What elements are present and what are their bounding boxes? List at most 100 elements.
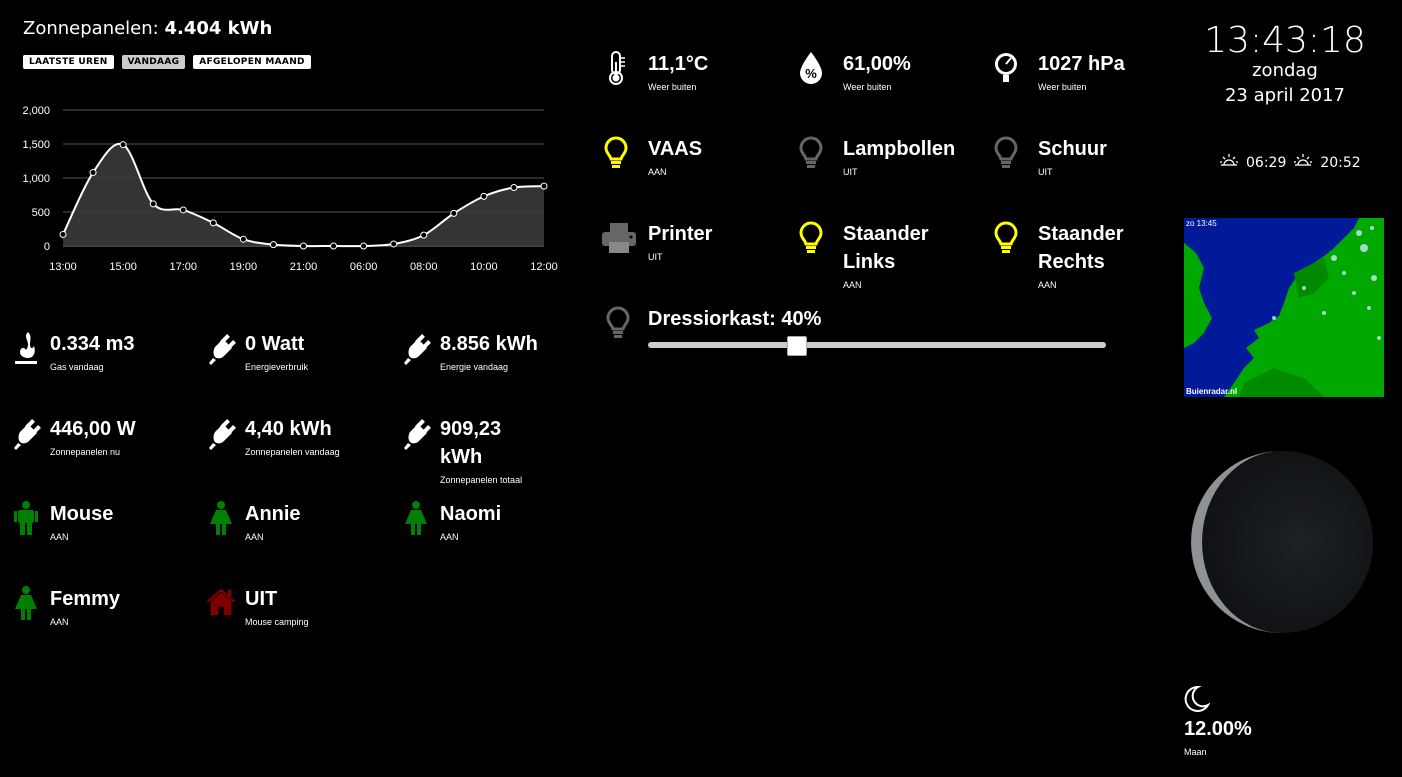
tile-label: Energieverbruik (245, 362, 309, 372)
x-tick-label: 08:00 (410, 261, 438, 273)
pressure-tile[interactable]: 1027 hPa Weer buiten (990, 50, 1180, 130)
plug-icon (10, 415, 42, 455)
tile-label: UIT (648, 252, 663, 262)
solar-now-tile[interactable]: 446,00 W Zonnepanelen nu (10, 415, 200, 495)
bulb-icon (990, 220, 1022, 260)
x-tick-label: 06:00 (350, 261, 378, 273)
data-point (540, 182, 548, 190)
data-point (119, 141, 127, 149)
woman-icon (10, 585, 42, 625)
sunrise-time: 06:29 (1246, 155, 1287, 171)
chart-range-buttons: LAATSTE UREN VANDAAG AFGELOPEN MAAND (23, 55, 311, 69)
moon-label: Maan (1184, 747, 1207, 757)
dimmer-slider-track[interactable] (648, 342, 1106, 348)
clock-day: zondag (1252, 60, 1318, 81)
last-month-button[interactable]: AFGELOPEN MAAND (193, 55, 311, 69)
tile-value: 446,00 W (50, 418, 136, 440)
home-icon (205, 585, 237, 625)
x-tick-label: 13:00 (49, 261, 77, 273)
tile-value: 11,1°C (648, 53, 709, 75)
data-point (179, 206, 187, 214)
switch-printer-tile[interactable]: Printer UIT (600, 220, 790, 300)
data-point (59, 230, 67, 238)
humidity-tile[interactable]: % 61,00% Weer buiten (795, 50, 985, 130)
energy-today-tile[interactable]: 8.856 kWh Energie vandaag (400, 330, 590, 410)
tile-label: Mouse camping (245, 617, 309, 627)
y-tick-label: 500 (32, 207, 50, 219)
tile-label: AAN (1038, 280, 1057, 290)
y-tick-label: 1,500 (22, 139, 50, 151)
mouse-camping-tile[interactable]: UIT Mouse camping (205, 585, 395, 665)
data-point (390, 240, 398, 248)
tile-value: Naomi (440, 503, 502, 525)
moon-icon (1184, 685, 1211, 718)
clock-time: 13:43:18 (1204, 20, 1366, 61)
data-point (239, 235, 247, 243)
tile-value: 8.856 kWh (440, 333, 538, 355)
temperature-tile[interactable]: 11,1°C Weer buiten (600, 50, 790, 130)
person-annie-tile[interactable]: Annie AAN (205, 500, 395, 580)
chart-title: Zonnepanelen: 4.404 kWh (23, 18, 272, 39)
person-mouse-tile[interactable]: Mouse AAN (10, 500, 200, 580)
printer-icon (600, 220, 638, 260)
solar-today-tile[interactable]: 4,40 kWh Zonnepanelen vandaag (205, 415, 395, 495)
bulb-icon (600, 305, 636, 345)
tile-value: 61,00% (843, 53, 911, 75)
tile-value: Printer (648, 223, 713, 245)
data-point (420, 231, 428, 239)
data-point (510, 184, 518, 192)
energy-usage-tile[interactable]: 0 Watt Energieverbruik (205, 330, 395, 410)
x-tick-label: 15:00 (109, 261, 137, 273)
bulb-icon (600, 135, 632, 175)
tile-value: 0.334 m3 (50, 333, 135, 355)
tile-value: UIT (245, 588, 278, 610)
dimmer-slider-handle[interactable] (787, 336, 807, 356)
chart-title-prefix: Zonnepanelen: (23, 18, 159, 39)
tile-value: Lampbollen (843, 138, 956, 160)
bulb-icon (795, 135, 827, 175)
data-point (330, 242, 338, 250)
x-tick-label: 21:00 (290, 261, 318, 273)
chart-title-value: 4.404 kWh (164, 18, 273, 39)
tile-label: AAN (50, 532, 69, 542)
bulb-icon (795, 220, 827, 260)
tile-value: Annie (245, 503, 301, 525)
person-femmy-tile[interactable]: Femmy AAN (10, 585, 200, 665)
switch-staander-links-tile[interactable]: Staander Links AAN (795, 220, 985, 300)
rain-radar-map[interactable]: zo 13:45 Buienradar.nl (1184, 218, 1384, 397)
solar-chart: 0 500 1,000 1,500 2,000 13:00 15:00 17:00 19:00 2… (22, 105, 558, 273)
switch-staander-rechts-tile[interactable]: Staander Rechts AAN (990, 220, 1180, 300)
humidity-icon: % (795, 50, 827, 90)
data-point (450, 209, 458, 217)
sun-times: 06:29 20:52 (1220, 153, 1361, 173)
plug-icon (400, 415, 432, 455)
last-hours-button[interactable]: LAATSTE UREN (23, 55, 114, 69)
tile-label: UIT (1038, 167, 1053, 177)
tile-label: AAN (843, 280, 862, 290)
person-naomi-tile[interactable]: Naomi AAN (400, 500, 590, 580)
woman-icon (205, 500, 237, 540)
data-point (300, 242, 307, 250)
clock-date: 23 april 2017 (1224, 85, 1345, 106)
flame-icon (10, 330, 42, 370)
sunset-icon (1294, 153, 1313, 173)
tile-label: AAN (648, 167, 667, 177)
tile-value: Staander Links (843, 223, 929, 273)
x-tick-label: 12:00 (530, 261, 558, 273)
data-point (480, 192, 488, 200)
barometer-icon (990, 50, 1022, 90)
gas-today-tile[interactable]: 0.334 m3 Gas vandaag (10, 330, 200, 410)
bulb-icon (990, 135, 1022, 175)
data-point (360, 242, 368, 250)
switch-vaas-tile[interactable]: VAAS AAN (600, 135, 790, 215)
today-button[interactable]: VANDAAG (121, 55, 186, 69)
tile-label: Gas vandaag (50, 362, 104, 372)
tile-value: 4,40 kWh (245, 418, 332, 440)
y-tick-label: 2,000 (22, 105, 50, 117)
plug-icon (205, 415, 237, 455)
switch-lampbollen-tile[interactable]: Lampbollen UIT (795, 135, 985, 215)
switch-schuur-tile[interactable]: Schuur UIT (990, 135, 1180, 215)
solar-total-tile[interactable]: 909,23 kWh Zonnepanelen totaal (400, 415, 590, 495)
x-tick-label: 10:00 (470, 261, 498, 273)
tile-value: Staander Rechts (1038, 223, 1124, 273)
